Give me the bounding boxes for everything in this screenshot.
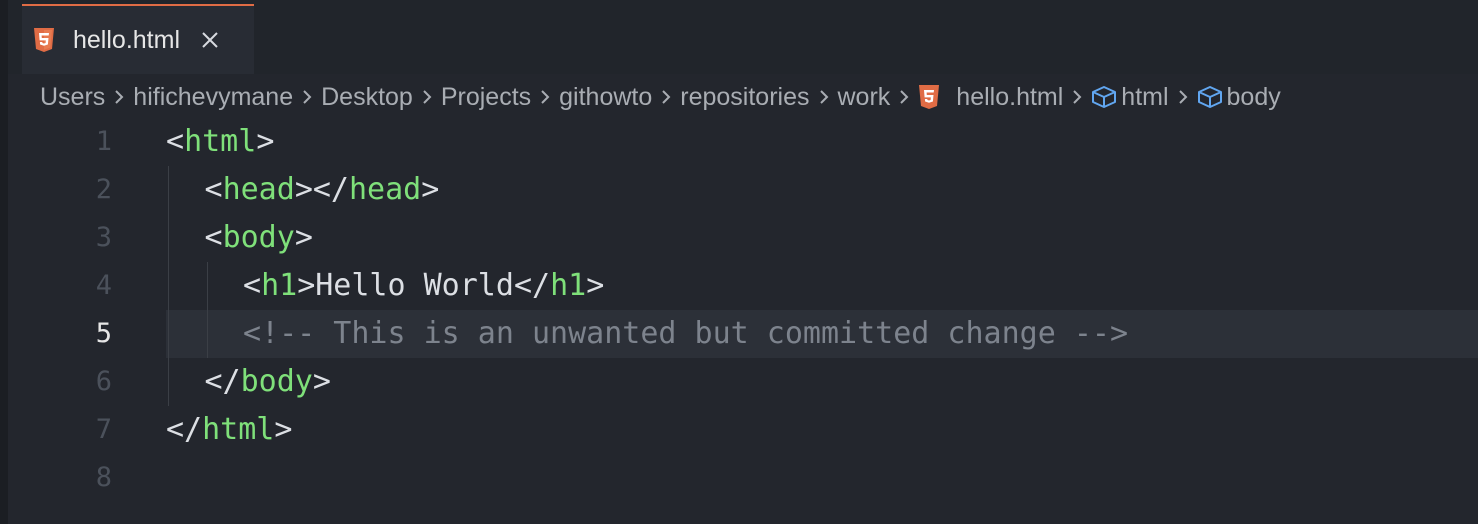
code-line[interactable]: 8 <box>8 454 1478 502</box>
token-punc: > <box>294 220 313 255</box>
breadcrumb-item-html[interactable]: html <box>1091 82 1169 112</box>
chevron-right-icon <box>1065 88 1089 106</box>
token-comment: <!-- This is an unwanted but committed c… <box>243 316 1129 351</box>
breadcrumb-label: githowto <box>559 82 653 111</box>
breadcrumb-label: work <box>837 82 891 111</box>
breadcrumb-item-projects[interactable]: Projects <box>441 83 531 112</box>
line-number: 4 <box>95 270 112 301</box>
token-tag: head <box>222 172 295 207</box>
token-punc: > <box>586 268 605 303</box>
window-edge <box>0 0 8 524</box>
line-number: 3 <box>95 222 112 253</box>
line-content: <!-- This is an unwanted but committed c… <box>243 310 1128 358</box>
line-content: <h1>Hello World</h1> <box>243 262 604 310</box>
token-punc: ></ <box>294 172 349 207</box>
indent-guide <box>168 166 169 406</box>
code-editor[interactable]: 1 <html> 2 <head></head> 3 <body> 4 <h1>Hello W… <box>8 118 1478 502</box>
chevron-right-icon <box>415 88 439 106</box>
breadcrumb-item-desktop[interactable]: Desktop <box>321 83 413 112</box>
line-content: </html> <box>166 406 292 454</box>
token-punc: </ <box>513 268 551 303</box>
token-punc: < <box>204 220 223 255</box>
token-punc: > <box>312 364 331 399</box>
line-number: 5 <box>95 318 112 349</box>
code-line[interactable]: 2 <head></head> <box>8 166 1478 214</box>
tab-bar: hello.html <box>8 0 1478 74</box>
line-number: 8 <box>95 462 112 493</box>
chevron-right-icon <box>1171 88 1195 106</box>
breadcrumb-item-work[interactable]: work <box>838 83 891 112</box>
breadcrumb-label: Projects <box>440 82 532 111</box>
token-punc: </ <box>166 412 203 447</box>
breadcrumb-item-body[interactable]: body <box>1197 83 1281 112</box>
breadcrumb-item-repositories[interactable]: repositories <box>680 83 809 112</box>
breadcrumb-label: repositories <box>680 82 810 111</box>
code-line[interactable]: 5 <!-- This is an unwanted but committed … <box>8 310 1478 358</box>
token-tag: body <box>222 220 295 255</box>
breadcrumb-item-hello-html[interactable]: hello.html <box>918 83 1063 112</box>
token-tag: html <box>184 124 257 159</box>
chevron-right-icon <box>654 88 678 106</box>
line-number: 2 <box>95 174 112 205</box>
line-number: 1 <box>95 126 112 157</box>
code-line[interactable]: 6 </body> <box>8 358 1478 406</box>
code-line[interactable]: 7 </html> <box>8 406 1478 454</box>
token-tag: h1 <box>550 268 587 303</box>
token-tag: h1 <box>261 268 298 303</box>
token-punc: > <box>421 172 440 207</box>
cube-icon <box>1197 85 1223 109</box>
breadcrumb-item-hifichevymane[interactable]: hifichevymane <box>133 83 293 112</box>
token-punc: > <box>256 124 275 159</box>
token-tag: html <box>202 412 275 447</box>
indent-guide <box>206 262 208 358</box>
chevron-right-icon <box>295 88 319 106</box>
breadcrumb-item-users[interactable]: Users <box>40 83 105 112</box>
breadcrumb-label: body <box>1226 82 1281 111</box>
token-punc: < <box>166 124 185 159</box>
chevron-right-icon <box>892 88 916 106</box>
token-punc: < <box>243 268 262 303</box>
line-content: <head></head> <box>205 166 440 214</box>
line-number: 6 <box>95 366 112 397</box>
tab-label: hello.html <box>73 25 180 54</box>
breadcrumb-label: Users <box>40 82 106 111</box>
chevron-right-icon <box>107 88 131 106</box>
code-line[interactable]: 3 <body> <box>8 214 1478 262</box>
breadcrumb-label: Desktop <box>321 82 413 111</box>
breadcrumb-label: html <box>1121 82 1169 111</box>
tab-hello-html[interactable]: hello.html <box>22 4 254 74</box>
breadcrumb-item-githowto[interactable]: githowto <box>559 83 652 112</box>
breadcrumb: Users hifichevymane Desktop Projects githowt… <box>8 74 1478 120</box>
token-punc: > <box>274 412 293 447</box>
close-icon[interactable] <box>200 30 220 50</box>
token-punc: < <box>204 172 223 207</box>
html5-icon <box>918 84 940 110</box>
code-line[interactable]: 1 <html> <box>8 118 1478 166</box>
breadcrumb-label: hello.html <box>956 82 1064 111</box>
line-content: </body> <box>205 358 331 406</box>
line-number: 7 <box>95 414 112 445</box>
token-punc: </ <box>204 364 241 399</box>
token-punc: > <box>297 268 316 303</box>
line-content: <html> <box>166 118 274 166</box>
breadcrumb-label: hifichevymane <box>133 82 294 111</box>
code-line[interactable]: 4 <h1>Hello World</h1> <box>8 262 1478 310</box>
token-txt: Hello World <box>315 268 514 303</box>
line-content: <body> <box>205 214 313 262</box>
chevron-right-icon <box>533 88 557 106</box>
chevron-right-icon <box>812 88 836 106</box>
token-tag: head <box>349 172 422 207</box>
token-tag: body <box>240 364 313 399</box>
html5-icon <box>33 27 55 53</box>
cube-icon <box>1091 85 1117 109</box>
